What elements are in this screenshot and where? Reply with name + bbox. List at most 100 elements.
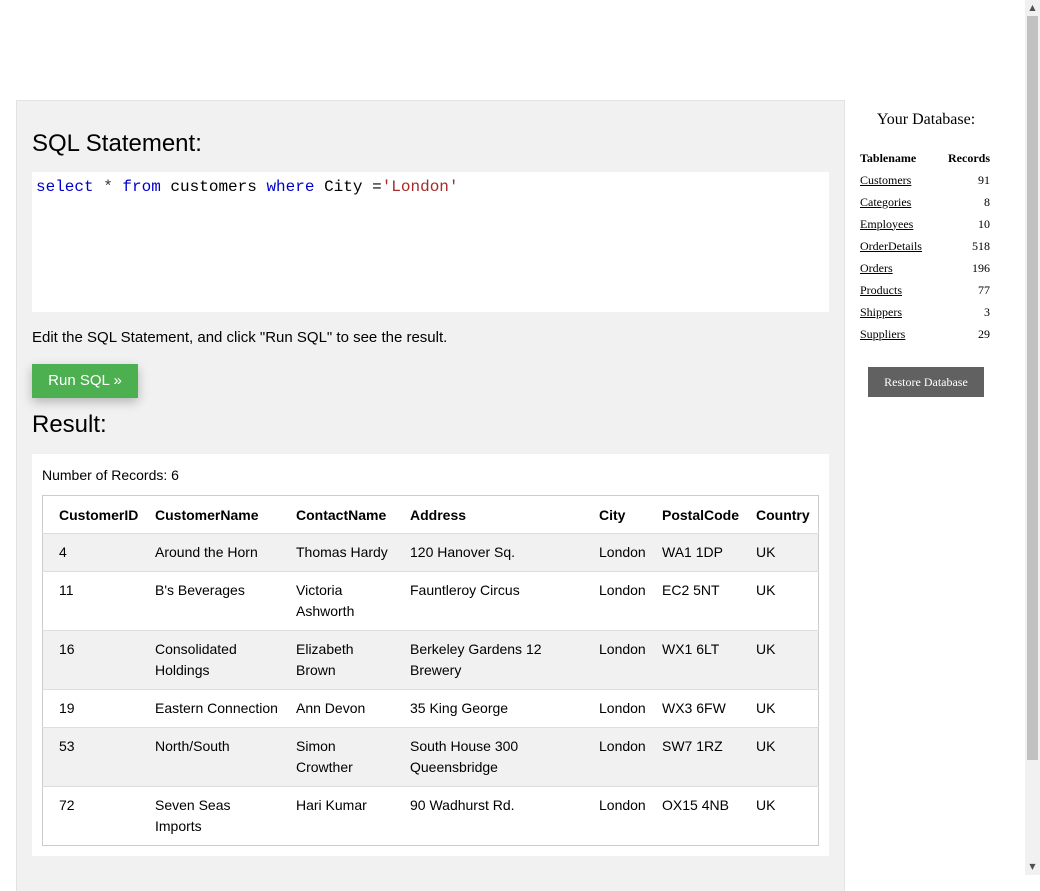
table-link-employees[interactable]: Employees [860,217,913,231]
table-link-shippers[interactable]: Shippers [860,305,902,319]
table-cell: UK [756,544,776,560]
db-table-row: Customers 91 [860,169,990,191]
result-heading: Result: [32,411,107,438]
table-cell: SW7 1RZ [662,738,723,754]
column-header: Address [410,506,467,523]
result-box: Number of Records: 6 CustomerID Customer… [32,454,829,856]
table-cell: Consolidated Holdings [155,641,237,678]
column-header: CustomerName [155,506,259,523]
sql-token: customers [160,178,267,196]
restore-database-button[interactable]: Restore Database [868,367,984,397]
table-cell: London [599,641,646,657]
table-cell: Hari Kumar [296,797,367,813]
scroll-down-arrow-icon[interactable]: ▼ [1025,859,1040,875]
table-link-suppliers[interactable]: Suppliers [860,327,905,341]
table-row: 16 Consolidated Holdings Elizabeth Brown… [42,630,819,690]
record-count-value: 518 [972,238,990,253]
record-count-value: 3 [984,304,990,319]
results-table: CustomerID CustomerName ContactName Addr… [42,495,819,846]
table-cell: 120 Hanover Sq. [410,544,516,560]
table-cell: 72 [59,797,75,813]
table-cell: Fauntleroy Circus [410,582,520,598]
column-header: PostalCode [662,506,740,523]
record-count-value: 77 [978,282,990,297]
table-cell: 11 [59,582,74,598]
table-cell: London [599,700,646,716]
table-cell: London [599,738,646,754]
table-cell: South House 300 Queensbridge [410,738,519,775]
database-tables-list: Tablename Records Customers 91 Categorie… [860,147,990,345]
table-link-orders[interactable]: Orders [860,261,893,275]
table-cell: 35 King George [410,700,509,716]
table-cell: UK [756,797,776,813]
table-cell: Victoria Ashworth [296,582,355,619]
table-cell: 19 [59,700,75,716]
record-count-value: 10 [978,216,990,231]
table-cell: B's Beverages [155,582,245,598]
db-table-row: Categories 8 [860,191,990,213]
sql-panel: SQL Statement: select * from customers w… [16,100,845,891]
db-table-row: Shippers 3 [860,301,990,323]
table-row: 4 Around the Horn Thomas Hardy 120 Hanov… [42,533,819,572]
db-header-row: Tablename Records [860,147,990,169]
table-cell: London [599,797,646,813]
table-cell: Ann Devon [296,700,366,716]
column-header: CustomerID [59,506,139,523]
table-cell: London [599,544,646,560]
record-count-value: 29 [978,326,990,341]
table-row: 72 Seven Seas Imports Hari Kumar 90 Wadh… [42,786,819,846]
table-row: 19 Eastern Connection Ann Devon 35 King … [42,689,819,728]
table-cell: EC2 5NT [662,582,720,598]
table-cell: 90 Wadhurst Rd. [410,797,515,813]
table-cell: WA1 1DP [662,544,723,560]
results-header-row: CustomerID CustomerName ContactName Addr… [43,496,819,534]
column-header: City [599,506,626,523]
sql-token: from [122,178,161,196]
table-cell: Simon Crowther [296,738,353,775]
page-scrollbar[interactable]: ▲ ▼ [1025,0,1040,875]
editor-hint: Edit the SQL Statement, and click "Run S… [32,329,448,346]
table-cell: Eastern Connection [155,700,278,716]
table-cell: 4 [59,544,67,560]
record-count-value: 8 [984,194,990,209]
record-count-value: 196 [972,260,990,275]
table-cell: 53 [59,738,75,754]
sql-token: where [266,178,315,196]
table-cell: WX3 6FW [662,700,726,716]
table-link-categories[interactable]: Categories [860,195,911,209]
table-cell: UK [756,641,776,657]
table-cell: OX15 4NB [662,797,729,813]
db-table-row: Employees 10 [860,213,990,235]
table-cell: Berkeley Gardens 12 Brewery [410,641,542,678]
database-sidebar: Your Database: Tablename Records Custome… [853,100,999,397]
table-cell: Seven Seas Imports [155,797,231,834]
scrollbar-thumb[interactable] [1027,16,1038,760]
sql-token: * [93,178,123,196]
table-link-products[interactable]: Products [860,283,902,297]
sql-editor[interactable]: select * from customers where City ='Lon… [32,172,829,312]
db-table-row: Orders 196 [860,257,990,279]
run-sql-button[interactable]: Run SQL » [32,364,138,398]
tablename-header: Tablename [860,150,917,165]
table-cell: North/South [155,738,230,754]
sql-token: select [36,178,94,196]
table-link-customers[interactable]: Customers [860,173,911,187]
db-table-row: Suppliers 29 [860,323,990,345]
table-cell: Elizabeth Brown [296,641,354,678]
your-database-title: Your Database: [876,111,976,128]
scroll-up-arrow-icon[interactable]: ▲ [1025,0,1040,16]
records-header: Records [948,150,990,165]
record-count: Number of Records: 6 [42,467,179,483]
record-count-value: 91 [978,172,990,187]
table-cell: UK [756,738,776,754]
table-cell: 16 [59,641,75,657]
sql-statement-heading: SQL Statement: [32,130,202,157]
table-link-orderdetails[interactable]: OrderDetails [860,239,922,253]
db-table-row: Products 77 [860,279,990,301]
table-cell: UK [756,700,776,716]
table-cell: WX1 6LT [662,641,720,657]
sql-code-line[interactable]: select * from customers where City ='Lon… [36,178,459,196]
table-cell: UK [756,582,776,598]
db-table-row: OrderDetails 518 [860,235,990,257]
sql-token: 'London' [381,178,459,196]
